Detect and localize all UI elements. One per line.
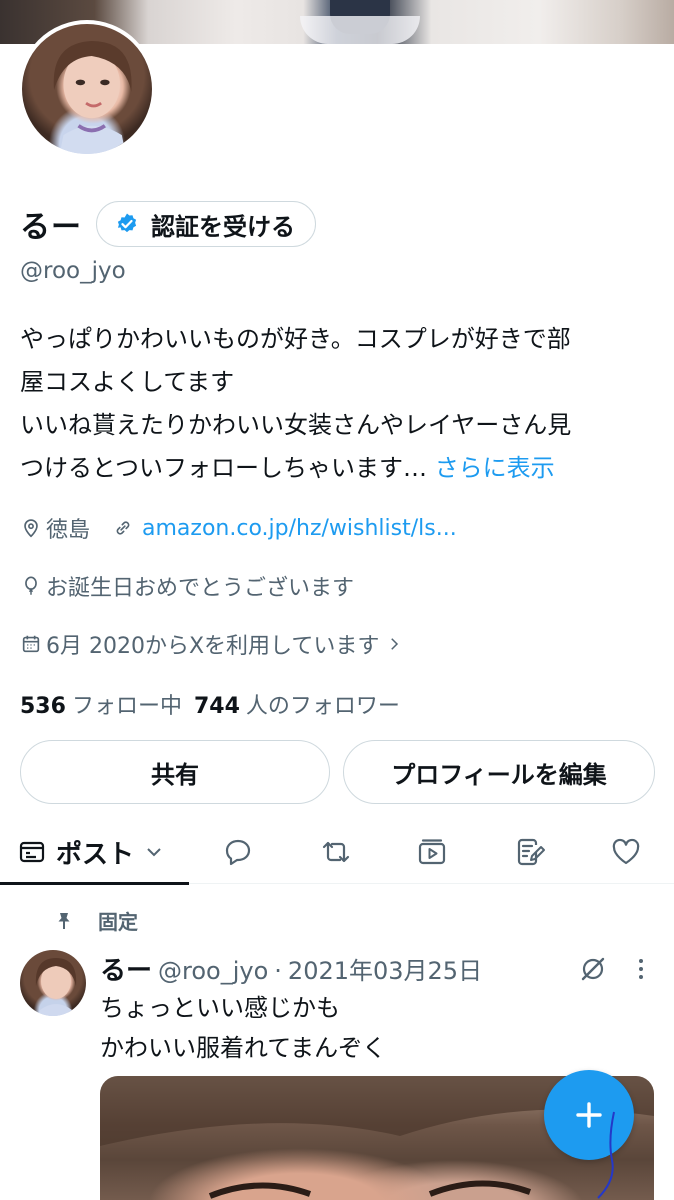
- following-link[interactable]: 536 フォロー中: [20, 688, 182, 720]
- profile-bio: やっぱりかわいいものが好き。コスプレが好きで部 屋コスよくしてます いいね貰えた…: [20, 318, 660, 490]
- separator-dot: ·: [274, 957, 282, 985]
- joined-text: 6月 2020からXを利用しています: [46, 634, 380, 659]
- verified-badge-icon: [117, 213, 137, 233]
- website-link[interactable]: amazon.co.jp/hz/wishlist/ls...: [142, 516, 457, 541]
- articles-icon[interactable]: [514, 836, 546, 868]
- grok-icon[interactable]: [578, 954, 608, 984]
- chevron-right-icon: [391, 638, 399, 650]
- calendar-icon: [22, 635, 40, 653]
- edit-profile-button[interactable]: プロフィールを編集: [343, 740, 655, 804]
- following-count: 536: [20, 694, 66, 719]
- location-text: 徳島: [46, 518, 91, 543]
- show-more-link[interactable]: さらに表示: [435, 454, 555, 482]
- pin-icon: [58, 912, 70, 929]
- get-verified-label: 認証を受ける: [151, 212, 295, 241]
- repost-icon[interactable]: [320, 836, 352, 868]
- share-button[interactable]: 共有: [20, 740, 330, 804]
- post-date[interactable]: 2021年03月25日: [288, 951, 482, 986]
- bio-line: 屋コスよくしてます: [20, 368, 235, 396]
- post-author-name[interactable]: るー: [100, 950, 152, 987]
- followers-link[interactable]: 744 人のフォロワー: [194, 688, 400, 720]
- media-icon[interactable]: [416, 836, 448, 868]
- post-text-line: かわいい服着れてまんぞく: [100, 1034, 387, 1062]
- follow-stats: 536 フォロー中 744 人のフォロワー: [20, 688, 400, 720]
- followers-label: 人のフォロワー: [245, 694, 400, 719]
- posts-icon: [19, 841, 45, 863]
- profile-meta-joined[interactable]: 6月 2020からXを利用しています: [20, 628, 407, 660]
- tab-posts[interactable]: ポスト: [0, 820, 189, 885]
- reply-icon[interactable]: [222, 836, 254, 868]
- post-text-line: ちょっといい感じかも: [100, 994, 340, 1022]
- profile-handle: @roo_jyo: [20, 258, 126, 284]
- pen-scribble-mark: [597, 1111, 615, 1199]
- post-header: るー @roo_jyo · 2021年03月25日: [100, 950, 482, 987]
- followers-count: 744: [193, 694, 240, 719]
- display-name: るー: [20, 210, 82, 245]
- profile-tabs: ポスト: [0, 820, 674, 885]
- pinned-label: 固定: [98, 910, 138, 934]
- balloon-icon: [25, 576, 37, 595]
- post-author-handle[interactable]: @roo_jyo: [158, 957, 268, 985]
- link-icon: [116, 521, 130, 535]
- tab-posts-label: ポスト: [56, 839, 135, 870]
- bio-line: いいね貰えたりかわいい女装さんやレイヤーさん見: [20, 411, 572, 439]
- birthday-text: お誕生日おめでとうございます: [46, 576, 355, 601]
- post-author-avatar[interactable]: [20, 950, 86, 1016]
- profile-meta-location: 徳島 amazon.co.jp/hz/wishlist/ls...: [20, 512, 457, 544]
- bio-line: やっぱりかわいいものが好き。コスプレが好きで部: [20, 325, 571, 353]
- location-pin-icon: [24, 519, 38, 538]
- chevron-down-icon: [147, 848, 161, 857]
- pinned-indicator: 固定: [54, 906, 138, 935]
- profile-avatar[interactable]: [18, 20, 156, 158]
- get-verified-button[interactable]: 認証を受ける: [96, 201, 316, 247]
- bio-line: つけるとついフォローしちゃいます…: [20, 454, 428, 482]
- post-text: ちょっといい感じかも かわいい服着れてまんぞく: [100, 988, 386, 1068]
- more-icon[interactable]: [634, 956, 648, 982]
- profile-meta-birthday: お誕生日おめでとうございます: [20, 570, 354, 602]
- following-label: フォロー中: [71, 694, 182, 719]
- heart-icon[interactable]: [610, 836, 642, 868]
